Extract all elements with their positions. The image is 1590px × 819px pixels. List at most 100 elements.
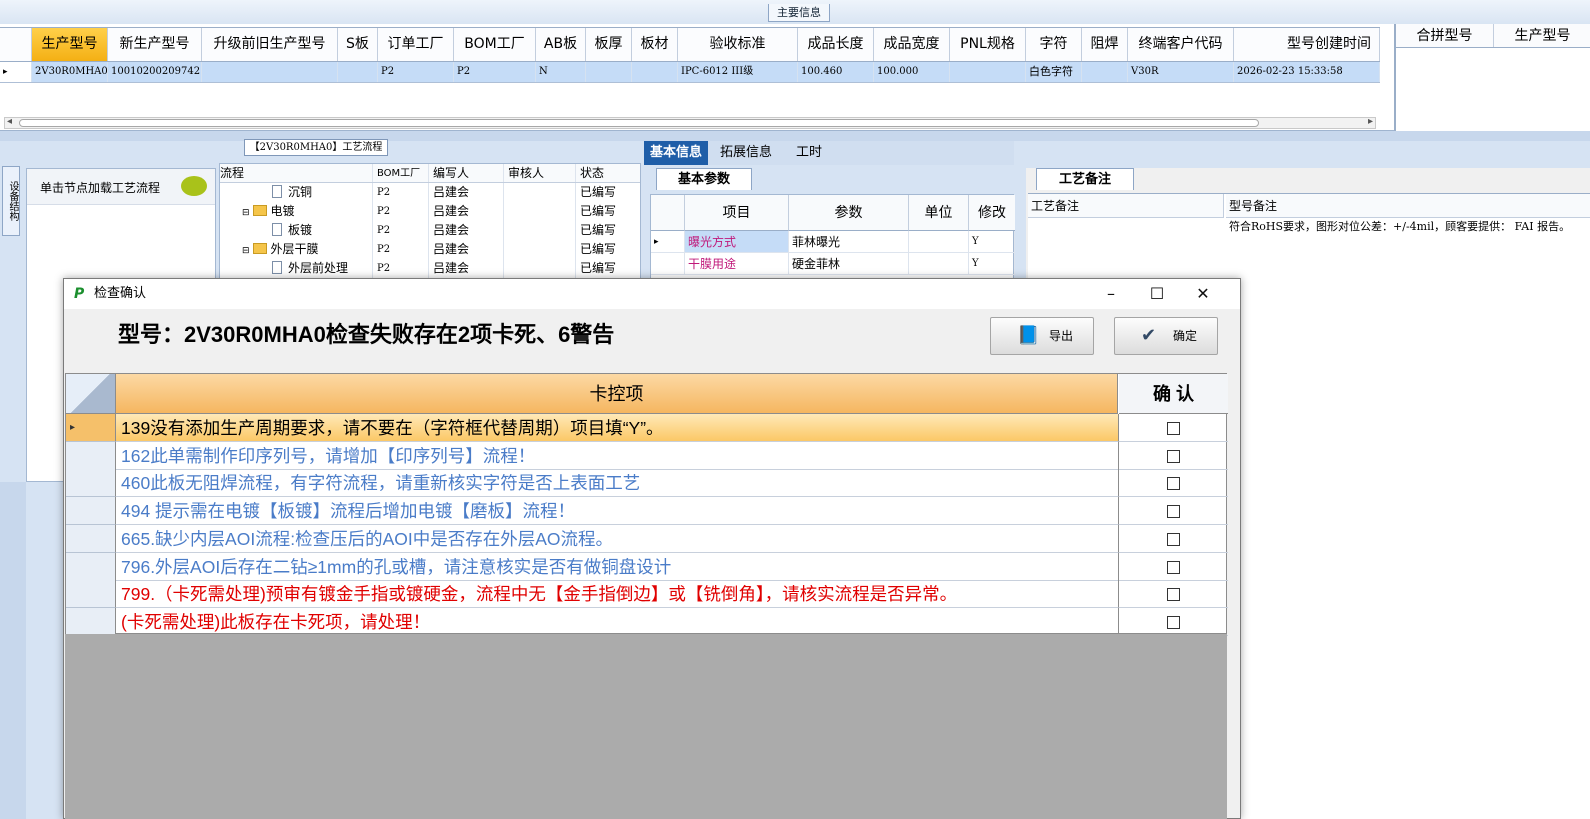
col-header-item[interactable]: 项目 [685, 195, 789, 231]
cell-char[interactable]: 白色字符 [1026, 62, 1082, 82]
tree-node[interactable]: 板镀 P2 吕建会 已编写 [220, 221, 640, 240]
tree-node[interactable]: 沉铜 P2 吕建会 已编写 [220, 183, 640, 202]
cell-new-model[interactable]: 10010200209742 [108, 62, 202, 82]
col-header-mod[interactable]: 修改 [969, 195, 1015, 231]
cell-material[interactable] [632, 62, 678, 82]
col-header-customer-code[interactable]: 终端客户代码 [1128, 28, 1234, 61]
param-mod[interactable]: Y [969, 231, 1015, 253]
col-header-ab-board[interactable]: AB板 [536, 28, 586, 61]
dialog-titlebar[interactable]: P 检查确认 – ☐ ✕ [64, 279, 1240, 309]
col-header-control-item[interactable]: 卡控项 [116, 374, 1118, 414]
check-item-text[interactable]: 796.外层AOI后存在二钻≥1mm的孔或槽，请注意核实是否有做铜盘设计 [116, 552, 1119, 581]
cell-ab-board[interactable]: N [536, 62, 586, 82]
confirm-checkbox[interactable] [1167, 505, 1180, 519]
col-header-created[interactable]: 型号创建时间 [1234, 28, 1380, 61]
col-header-old-model[interactable]: 升级前旧生产型号 [202, 28, 338, 61]
horizontal-scrollbar[interactable]: ◂ ▸ [4, 116, 1376, 129]
col-header-bom-factory[interactable]: BOM工厂 [454, 28, 536, 61]
cell-width[interactable]: 100.000 [874, 62, 950, 82]
col-header-model-note[interactable]: 型号备注 [1226, 194, 1590, 218]
col-header-confirm[interactable]: 确 认 [1119, 374, 1228, 414]
model-note-text[interactable]: 符合RoHS要求，图形对位公差：+/-4mil，顾客要提供： FAI 报告。 [1226, 220, 1590, 233]
tab-process-note[interactable]: 工艺备注 [1036, 168, 1134, 190]
check-item-row[interactable]: 796.外层AOI后存在二钻≥1mm的孔或槽，请注意核实是否有做铜盘设计 [66, 552, 1228, 581]
maximize-icon[interactable]: ☐ [1134, 279, 1180, 309]
cell-old-model[interactable] [202, 62, 338, 82]
cell-pnl[interactable] [950, 62, 1026, 82]
vertical-tab-equipment[interactable]: 设备结构 [2, 166, 20, 236]
main-info-tab[interactable]: 主要信息 [768, 4, 830, 22]
confirm-checkbox[interactable] [1167, 422, 1180, 435]
table-row[interactable]: ▸ 2V30R0MHA0 10010200209742 P2 P2 N IPC-… [0, 62, 1380, 83]
confirm-checkbox[interactable] [1167, 588, 1180, 602]
param-item[interactable]: 曝光方式 [685, 231, 789, 253]
col-header-order-factory[interactable]: 订单工厂 [378, 28, 454, 61]
scroll-right-icon[interactable]: ▸ [1368, 116, 1373, 127]
cell-solder-mask[interactable] [1082, 62, 1128, 82]
cell-model[interactable]: 2V30R0MHA0 [32, 62, 108, 82]
confirm-checkbox[interactable] [1167, 560, 1180, 574]
check-item-row[interactable]: 799.（卡死需处理)预审有镀金手指或镀硬金，流程中无【金手指倒边】或【铣倒角】… [66, 580, 1228, 609]
col-header-merge-prod-model[interactable]: 生产型号 [1494, 24, 1590, 47]
col-header-char[interactable]: 字符 [1026, 28, 1082, 61]
col-header-acceptance[interactable]: 验收标准 [678, 28, 798, 61]
export-button[interactable]: 📘 导出 [990, 317, 1094, 355]
confirm-checkbox[interactable] [1167, 615, 1180, 629]
check-item-row[interactable]: 665.缺少内层AOI流程:检查压后的AOI中是否存在外层AO流程。 [66, 524, 1228, 553]
col-header-model[interactable]: 生产型号 [32, 28, 108, 61]
col-header-process-note[interactable]: 工艺备注 [1028, 194, 1224, 218]
col-header-merge-model[interactable]: 合拼型号 [1396, 24, 1494, 47]
confirm-checkbox[interactable] [1167, 449, 1180, 463]
param-value[interactable]: 硬金菲林 [789, 253, 909, 275]
tab-extended-info[interactable]: 拓展信息 [710, 141, 782, 165]
ok-button[interactable]: ✔ 确定 [1114, 317, 1218, 355]
scrollbar-thumb[interactable] [19, 119, 1259, 127]
check-item-text[interactable]: 460此板无阻焊流程，有字符流程，请重新核实字符是否上表面工艺 [116, 469, 1119, 498]
check-item-text[interactable]: 494 提示需在电镀【板镀】流程后增加电镀【磨板】流程！ [116, 497, 1119, 526]
col-header-param[interactable]: 参数 [789, 195, 909, 231]
table-corner[interactable] [66, 374, 116, 414]
check-item-row[interactable]: 460此板无阻焊流程，有字符流程，请重新核实字符是否上表面工艺 [66, 469, 1228, 498]
col-header-material[interactable]: 板材 [632, 28, 678, 61]
col-header-width[interactable]: 成品宽度 [874, 28, 950, 61]
check-item-text[interactable]: 139没有添加生产周期要求，请不要在（字符框代替周期）项目填“Y”。 [116, 414, 1119, 442]
col-header-length[interactable]: 成品长度 [798, 28, 874, 61]
tree-col-flow[interactable]: 流程 [220, 164, 373, 182]
cell-thickness[interactable] [586, 62, 632, 82]
tree-col-reviewer[interactable]: 审核人 [504, 164, 576, 182]
col-header-thickness[interactable]: 板厚 [586, 28, 632, 61]
check-item-row[interactable]: 162此单需制作印序列号，请增加【印序列号】流程！ [66, 441, 1228, 470]
col-header-new-model[interactable]: 新生产型号 [108, 28, 202, 61]
cell-acceptance[interactable]: IPC-6012 III级 [678, 62, 798, 82]
tree-collapse-icon[interactable]: ⊟ [242, 246, 250, 256]
cell-created[interactable]: 2026-02-23 15:33:58 [1234, 62, 1380, 82]
tab-basic-info[interactable]: 基本信息 [644, 141, 708, 165]
tree-node[interactable]: 外层前处理 P2 吕建会 已编写 [220, 259, 640, 278]
check-item-row[interactable]: (卡死需处理)此板存在卡死项，请处理！ [66, 607, 1228, 636]
check-item-text[interactable]: 799.（卡死需处理)预审有镀金手指或镀硬金，流程中无【金手指倒边】或【铣倒角】… [116, 580, 1119, 609]
cell-bom-factory[interactable]: P2 [454, 62, 536, 82]
cell-s-board[interactable] [338, 62, 378, 82]
col-header-solder-mask[interactable]: 阻焊 [1082, 28, 1128, 61]
close-icon[interactable]: ✕ [1180, 279, 1226, 309]
confirm-checkbox[interactable] [1167, 477, 1180, 491]
check-item-text[interactable]: (卡死需处理)此板存在卡死项，请处理！ [116, 607, 1119, 636]
col-header-s-board[interactable]: S板 [338, 28, 378, 61]
confirm-checkbox[interactable] [1167, 532, 1180, 546]
check-item-row[interactable]: 494 提示需在电镀【板镀】流程后增加电镀【磨板】流程！ [66, 497, 1228, 526]
param-mod[interactable]: Y [969, 253, 1015, 275]
scroll-left-icon[interactable]: ◂ [7, 116, 12, 127]
load-hint-bar[interactable]: 单击节点加载工艺流程 [27, 169, 215, 205]
tree-col-state[interactable]: 状态 [576, 164, 628, 182]
param-item[interactable]: 干膜用途 [685, 253, 789, 275]
check-item-row[interactable]: ▸ 139没有添加生产周期要求，请不要在（字符框代替周期）项目填“Y”。 [66, 414, 1228, 442]
col-header-pnl[interactable]: PNL规格 [950, 28, 1026, 61]
cell-length[interactable]: 100.460 [798, 62, 874, 82]
param-value[interactable]: 菲林曝光 [789, 231, 909, 253]
param-unit[interactable] [909, 253, 969, 275]
tree-node[interactable]: ⊟ 外层干膜 P2 吕建会 已编写 [220, 240, 640, 259]
panel-splitter[interactable] [0, 131, 1590, 141]
minimize-icon[interactable]: – [1088, 279, 1134, 309]
tree-node[interactable]: ⊟ 电镀 P2 吕建会 已编写 [220, 202, 640, 221]
cell-order-factory[interactable]: P2 [378, 62, 454, 82]
